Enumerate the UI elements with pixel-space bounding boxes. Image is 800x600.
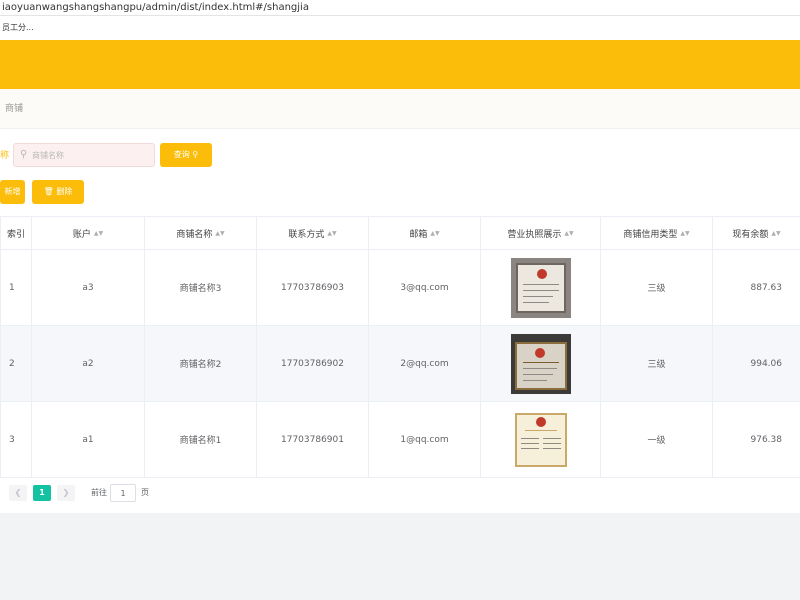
table-row[interactable]: 1 a3 商铺名称3 17703786903 3@qq.com 三级 887.6… (0, 250, 800, 326)
sort-icon[interactable]: ▲▼ (771, 230, 780, 237)
chevron-right-icon: ❯ (62, 488, 70, 497)
shop-name-cell: 商铺名称2 (145, 326, 257, 401)
page-unit-label: 页 (141, 488, 149, 497)
shop-name-search-input[interactable] (32, 146, 150, 164)
email-cell: 1@qq.com (369, 402, 481, 477)
column-header-label: 商铺名称 (176, 229, 213, 240)
shop-name-search-field[interactable]: ⚲ (13, 143, 155, 167)
breadcrumb: 商铺 (0, 89, 800, 129)
credit-type-cell: 一级 (601, 402, 713, 477)
add-button[interactable]: 新增 (0, 180, 25, 204)
delete-button-label: 删除 (56, 187, 73, 196)
phone-cell: 17703786901 (257, 402, 369, 477)
url-text: iaoyuanwangshangshangpu/admin/dist/index… (2, 2, 309, 13)
license-cell (481, 250, 601, 325)
credit-type-cell: 三级 (601, 326, 713, 401)
column-header-contact[interactable]: 联系方式 ▲▼ (257, 217, 369, 249)
sort-icon[interactable]: ▲▼ (564, 230, 573, 237)
business-license-image[interactable] (510, 409, 571, 470)
sort-icon[interactable]: ▲▼ (215, 230, 224, 237)
sort-icon[interactable]: ▲▼ (680, 230, 689, 237)
account-cell: a2 (32, 326, 145, 401)
sort-icon[interactable]: ▲▼ (430, 230, 439, 237)
email-cell: 3@qq.com (369, 250, 481, 325)
goto-page-input[interactable] (110, 484, 136, 502)
search-icon: ⚲ (20, 149, 28, 160)
column-header-label: 账户 (72, 229, 91, 240)
column-header-label: 商铺信用类型 (623, 229, 678, 240)
index-cell: 3 (0, 402, 32, 477)
phone-cell: 17703786903 (257, 250, 369, 325)
license-cell (481, 326, 601, 401)
column-header-credit-type[interactable]: 商铺信用类型 ▲▼ (601, 217, 713, 249)
column-header-label: 联系方式 (288, 229, 325, 240)
query-button-label: 查询 (173, 150, 190, 159)
bookmark-item[interactable]: 员工分... (2, 23, 34, 32)
account-cell: a1 (32, 402, 145, 477)
credit-type-cell: 三级 (601, 250, 713, 325)
next-page-button[interactable]: ❯ (57, 485, 75, 501)
search-label: 称 (0, 151, 10, 161)
trash-icon: 🗑 (43, 187, 54, 196)
query-button[interactable]: 查询 ⚲ (160, 143, 212, 167)
index-cell: 1 (0, 250, 32, 325)
page-number-current[interactable]: 1 (33, 485, 51, 501)
balance-cell: 887.63 (750, 282, 783, 293)
license-cell (481, 402, 601, 477)
column-header-label: 邮箱 (409, 229, 428, 240)
chevron-left-icon: ❮ (14, 488, 22, 497)
column-header-label: 索引 (6, 229, 25, 240)
column-header-account[interactable]: 账户 ▲▼ (32, 217, 145, 249)
column-header-index[interactable]: 索引 (0, 217, 32, 249)
add-button-label: 新增 (4, 187, 21, 196)
prev-page-button[interactable]: ❮ (9, 485, 27, 501)
sort-icon[interactable]: ▲▼ (327, 230, 336, 237)
table-header-row: 索引 账户 ▲▼ 商铺名称 ▲▼ 联系方式 ▲▼ 邮箱 ▲▼ 营业执照展示 ▲▼ 商铺信用… (0, 217, 800, 250)
phone-cell: 17703786902 (257, 326, 369, 401)
shop-name-cell: 商铺名称1 (145, 402, 257, 477)
business-license-image[interactable] (510, 333, 571, 394)
table-row[interactable]: 3 a1 商铺名称1 17703786901 1@qq.com 一级 976.3… (0, 402, 800, 478)
pagination: ❮ 1 ❯ 前往 页 (0, 484, 800, 504)
table-row[interactable]: 2 a2 商铺名称2 17703786902 2@qq.com 三级 994.0… (0, 326, 800, 402)
address-bar[interactable]: iaoyuanwangshangshangpu/admin/dist/index… (0, 0, 800, 16)
column-header-shop-name[interactable]: 商铺名称 ▲▼ (145, 217, 257, 249)
delete-button[interactable]: 🗑 删除 (32, 180, 84, 204)
breadcrumb-item-shop[interactable]: 商铺 (5, 104, 23, 114)
index-cell: 2 (0, 326, 32, 401)
main-content: 称 ⚲ 查询 ⚲ 新增 🗑 删除 索引 账户▲▼ 商铺名称▲▼ 联系方式▲▼ 邮… (0, 129, 800, 513)
business-license-image[interactable] (510, 257, 571, 318)
search-icon: ⚲ (192, 150, 199, 159)
shop-table: 索引 账户 ▲▼ 商铺名称 ▲▼ 联系方式 ▲▼ 邮箱 ▲▼ 营业执照展示 ▲▼ 商铺信用… (0, 216, 800, 478)
goto-label: 前往 (91, 488, 107, 497)
column-header-label: 现有余额 (732, 229, 769, 240)
column-header-balance[interactable]: 现有余额 ▲▼ (713, 217, 800, 249)
shop-name-cell: 商铺名称3 (145, 250, 257, 325)
account-cell: a3 (32, 250, 145, 325)
column-header-license[interactable]: 营业执照展示 ▲▼ (481, 217, 601, 249)
column-header-email[interactable]: 邮箱 ▲▼ (369, 217, 481, 249)
top-header-bar (0, 40, 800, 89)
balance-cell: 994.06 (750, 358, 783, 369)
bookmarks-bar: 员工分... (0, 16, 800, 40)
email-cell: 2@qq.com (369, 326, 481, 401)
sort-icon[interactable]: ▲▼ (94, 230, 103, 237)
balance-cell: 976.38 (750, 434, 783, 445)
column-header-label: 营业执照展示 (507, 229, 562, 240)
